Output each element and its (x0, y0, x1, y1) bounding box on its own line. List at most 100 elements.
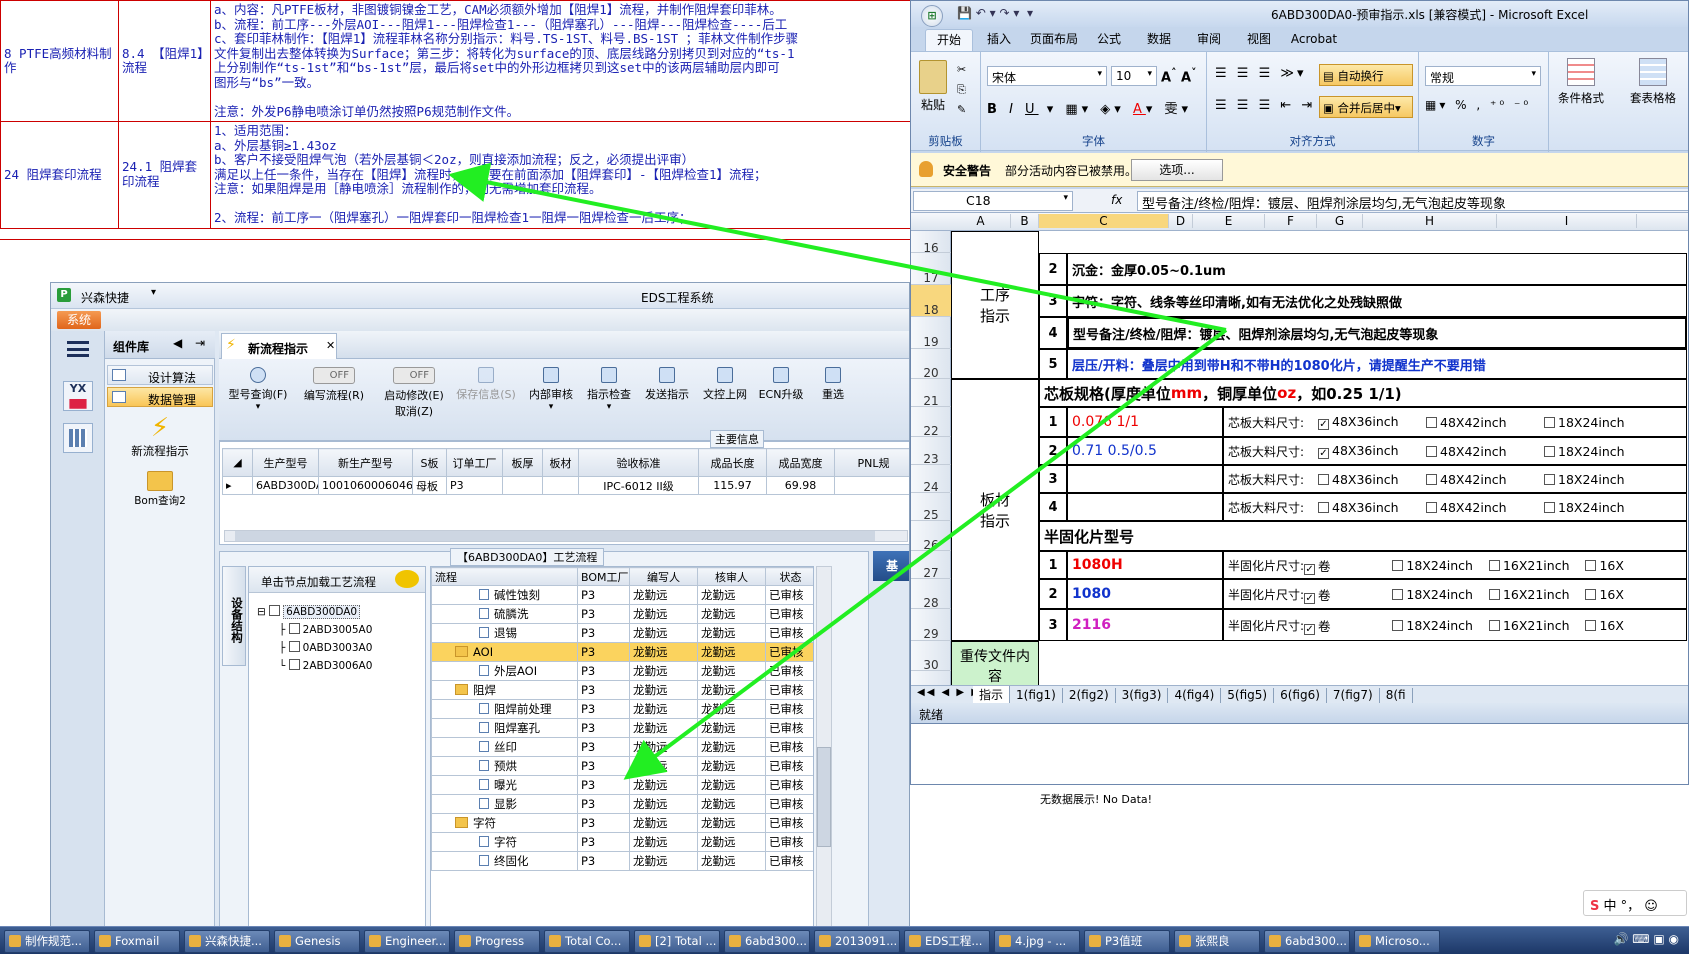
horizontal-align-icons[interactable]: ☰ ☰ ☰ ⇤ ⇥ (1215, 98, 1315, 113)
size-option[interactable]: 48X42inch (1426, 500, 1544, 515)
query-model-button[interactable]: 型号查询(F) ▾ (225, 367, 291, 412)
toggle-off[interactable]: OFF (313, 367, 355, 384)
taskbar-item[interactable]: Total Co... (544, 930, 630, 953)
size-option[interactable]: 48X36inch (1318, 472, 1426, 487)
taskbar-item[interactable]: 6abd300... (1264, 930, 1350, 953)
size-option[interactable]: 16X (1585, 558, 1682, 573)
checkbox[interactable] (1392, 619, 1404, 631)
size-option[interactable]: 18X24inch (1392, 558, 1489, 573)
row-header[interactable]: 28 (911, 579, 951, 610)
column-header[interactable]: B (1011, 214, 1039, 228)
horizontal-scrollbar[interactable] (224, 530, 908, 542)
write-flow-button[interactable]: OFF 编写流程(R) (295, 367, 373, 403)
cut-copy-format-icons[interactable]: ✂ ⎘ ✎ (957, 60, 966, 120)
column-header[interactable]: C (1039, 214, 1169, 228)
size-option[interactable]: 16X21inch (1488, 618, 1586, 633)
instruction-check-button[interactable]: 指示检查 ▾ (581, 367, 637, 412)
checkbox[interactable]: ✓ (1304, 592, 1316, 604)
paste-button[interactable]: 粘贴 (921, 96, 945, 113)
column-header[interactable]: E (1193, 214, 1265, 228)
size-option[interactable]: 48X36inch (1318, 500, 1426, 515)
taskbar-item[interactable]: 2013091... (814, 930, 900, 953)
flow-row[interactable]: 显影 P3 龙勤远 龙勤远 已审核 (431, 794, 813, 814)
size-option[interactable]: 16X (1585, 618, 1682, 633)
column-header[interactable]: G (1317, 214, 1363, 228)
size-option[interactable]: 48X42inch (1426, 472, 1544, 487)
prepreg-value[interactable]: 1080H (1067, 551, 1223, 579)
taskbar-item[interactable]: EDS工程... (904, 930, 990, 953)
taskbar-item[interactable]: Foxmail (94, 930, 180, 953)
taskbar-item[interactable]: Genesis (274, 930, 360, 953)
table-row[interactable]: ▸6ABD300DA010010600060469母板P3IPC-6012 II… (222, 476, 909, 495)
ribbon-tab[interactable]: 审阅 (1185, 29, 1233, 51)
name-box[interactable]: C18 ▾ (913, 191, 1073, 211)
checkbox[interactable]: ✓ (1304, 623, 1316, 635)
doc-control-online-button[interactable]: 文控上网 (697, 367, 753, 402)
column-header[interactable]: A (951, 214, 1011, 228)
size-option[interactable]: 18X24inch (1544, 415, 1662, 430)
calculator-module-icon[interactable] (63, 423, 93, 453)
column-header[interactable]: 板材 (542, 448, 579, 477)
checkbox[interactable] (1426, 473, 1437, 485)
prepreg-value[interactable]: 1080 (1067, 579, 1223, 609)
row-header[interactable]: 16 (911, 231, 951, 255)
quick-access-dropdown-icon[interactable]: ▾ (151, 287, 156, 298)
checkbox[interactable]: ✓ (1318, 448, 1329, 459)
checkbox[interactable]: ✓ (1304, 563, 1316, 575)
instruction-cell[interactable]: 字符：字符、线条等丝印清晰,如有无法优化之处残缺照做 (1067, 285, 1687, 317)
ribbon-tab[interactable]: 数据 (1135, 29, 1183, 51)
flow-row[interactable]: 阻焊前处理 P3 龙勤远 龙勤远 已审核 (431, 699, 813, 719)
flow-row[interactable]: 阻焊 P3 龙勤远 龙勤远 已审核 (431, 680, 813, 700)
flow-row[interactable]: 退锡 P3 龙勤远 龙勤远 已审核 (431, 623, 813, 643)
size-option[interactable]: 16X (1585, 587, 1682, 602)
taskbar-item[interactable]: 6abd300... (724, 930, 810, 953)
font-name-select[interactable]: 宋体 ▾ (987, 66, 1107, 86)
core-value[interactable]: 0.71 0.5/0.5 (1067, 437, 1223, 465)
number-format-icons[interactable]: ▦▾ % , ⁺⁰ ⁻⁰ (1425, 98, 1531, 112)
cell-grid[interactable]: 工序指示 2 沉金：金厚0.05~0.1um 3 字符：字符、线条等丝印清晰,如有无法优… (951, 231, 1688, 693)
row-header[interactable]: 26 (911, 521, 951, 552)
taskbar-item[interactable]: Engineer... (364, 930, 450, 953)
checkbox[interactable] (1426, 501, 1437, 513)
taskbar-item[interactable]: Microso... (1354, 930, 1440, 953)
column-header[interactable]: 状态 (765, 567, 813, 586)
prepreg-value[interactable]: 2116 (1067, 609, 1223, 641)
checkbox[interactable] (1544, 445, 1555, 457)
checkbox[interactable] (1544, 473, 1555, 485)
flow-row[interactable]: 阻焊塞孔 P3 龙勤远 龙勤远 已审核 (431, 718, 813, 738)
tile-new-flow[interactable]: ⚡ 新流程指示 (125, 413, 195, 459)
ribbon-tab[interactable]: 页面布局 (1025, 29, 1083, 51)
checkbox[interactable] (1585, 588, 1597, 600)
size-option[interactable]: 18X24inch (1544, 500, 1662, 515)
column-header[interactable]: D (1169, 214, 1193, 228)
sheet-tab[interactable]: 指示 (973, 686, 1011, 703)
tree-node[interactable]: └ 2ABD3006A0 (257, 657, 372, 675)
size-option[interactable]: 48X42inch (1426, 415, 1544, 430)
checkbox[interactable] (1488, 559, 1500, 571)
checkbox[interactable] (1585, 619, 1597, 631)
formula-input[interactable]: 型号备注/终检/阻焊：镀层、阻焊剂涂层均匀,无气泡起皮等现象 (1137, 191, 1688, 211)
row-header[interactable]: 17 (911, 253, 951, 285)
checkbox[interactable] (1488, 619, 1500, 631)
yx-module-icon[interactable]: YX ▆▆ (63, 381, 93, 411)
row-header[interactable]: 27 (911, 551, 951, 580)
column-header[interactable]: BOM工厂 (577, 567, 630, 586)
taskbar-item[interactable]: 制作规范... (4, 930, 90, 953)
checkbox[interactable] (1392, 559, 1404, 571)
instruction-cell[interactable]: 型号备注/终检/阻焊：镀层、阻焊剂涂层均匀,无气泡起皮等现象 (1067, 317, 1687, 349)
chat-bubble-icon[interactable] (395, 570, 419, 588)
column-header[interactable]: 核审人 (697, 567, 766, 586)
size-option[interactable]: 18X24inch (1392, 618, 1489, 633)
ime-toolbar[interactable]: S 中 °， ☺ (1583, 890, 1687, 916)
checkbox[interactable] (1426, 445, 1437, 457)
tree-node-root[interactable]: ⊟ 6ABD300DA0 (257, 603, 372, 621)
row-header[interactable]: 18 (911, 285, 951, 317)
checkbox[interactable] (1318, 501, 1329, 513)
instruction-cell[interactable]: 沉金：金厚0.05~0.1um (1067, 253, 1687, 285)
ribbon-tab[interactable]: 视图 (1235, 29, 1283, 51)
size-option[interactable]: 16X21inch (1488, 558, 1586, 573)
fx-icon[interactable]: fx (1111, 193, 1122, 207)
save-info-button[interactable]: 保存信息(S) (453, 367, 519, 402)
flow-row[interactable]: 外层AOI P3 龙勤远 龙勤远 已审核 (431, 661, 813, 681)
vertical-align-icons[interactable]: ☰ ☰ ☰ ≫▾ (1215, 66, 1307, 81)
